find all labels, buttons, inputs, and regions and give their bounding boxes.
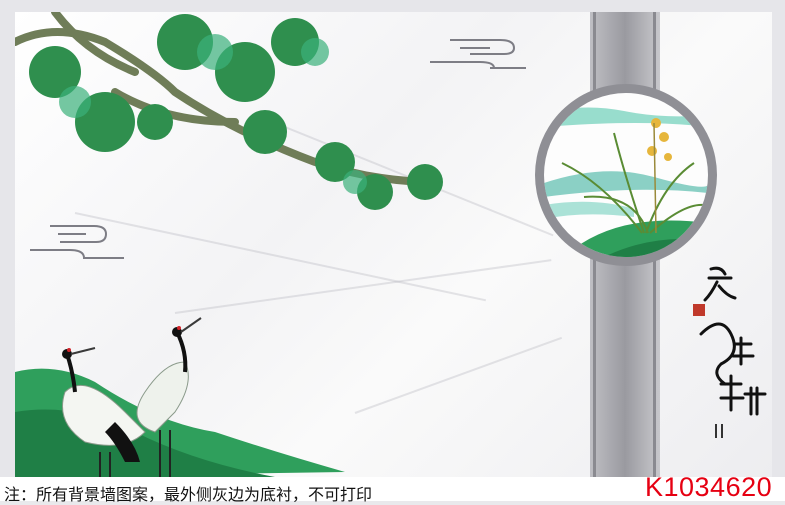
pine-branch [15, 12, 443, 210]
page-frame: 注：所有背景墙图案，最外侧灰边为底衬，不可打印 K1034620 [0, 0, 785, 504]
orchid-painting [544, 93, 708, 257]
calligraphy-block [691, 264, 771, 444]
wallpaper-artwork [15, 12, 772, 477]
marble-vein [354, 336, 563, 414]
product-code: K1034620 [645, 472, 773, 502]
cloud-motif-left [30, 225, 124, 259]
footer-note: 注：所有背景墙图案，最外侧灰边为底衬，不可打印 [4, 485, 373, 504]
calligraphy-brushwork [693, 266, 767, 438]
cranes-on-hill [15, 317, 345, 477]
marble-vein [74, 212, 487, 302]
marble-vein [174, 259, 552, 314]
